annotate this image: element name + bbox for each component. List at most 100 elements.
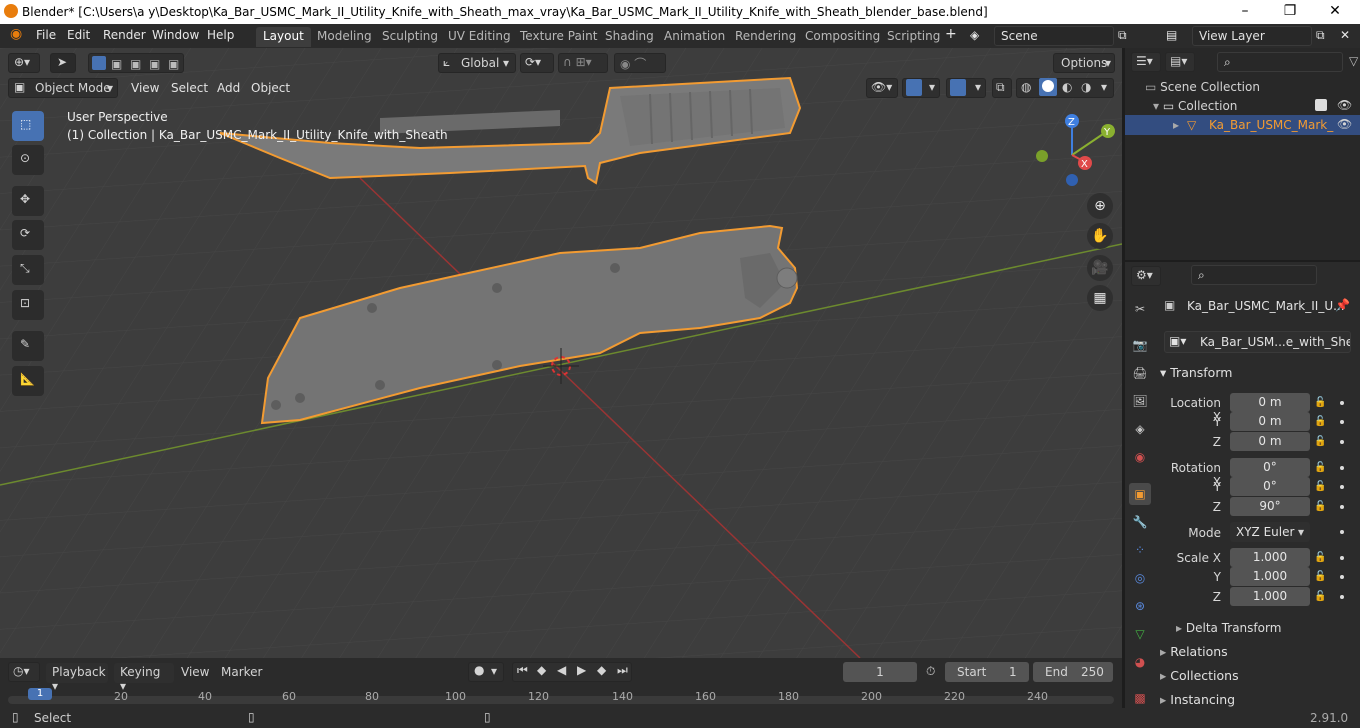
minimize-button[interactable]: – — [1222, 0, 1268, 24]
keying-dropdown[interactable]: Keying ▾ — [114, 663, 174, 693]
pin-icon[interactable]: 📌 — [1335, 298, 1350, 312]
scale-z-field[interactable]: 1.000 — [1230, 587, 1310, 606]
constraints-tab-icon[interactable]: ⊛ — [1129, 595, 1151, 617]
select-subtract-icon[interactable]: ▣ — [130, 57, 141, 71]
move-tool[interactable]: ✥ — [12, 186, 44, 216]
object-mode-dropdown[interactable]: ▣ Object Mode ▾ — [8, 78, 118, 98]
properties-editor-type[interactable]: ⚙▾ — [1131, 266, 1161, 286]
navigation-gizmo[interactable]: Z Y X — [1030, 110, 1120, 200]
keyframe-dot-icon[interactable] — [1340, 485, 1344, 489]
editor-type-button[interactable]: ⊕▾ — [8, 53, 40, 73]
tab-texture-paint[interactable]: Texture Paint — [513, 27, 604, 47]
collections-panel-header[interactable]: ▸ Collections — [1160, 668, 1239, 683]
filter-icon[interactable]: ▽ — [1349, 54, 1358, 68]
keyframe-dot-icon[interactable] — [1340, 466, 1344, 470]
select-invert-icon[interactable]: ▣ — [149, 57, 160, 71]
tab-sculpting[interactable]: Sculpting — [375, 27, 445, 47]
properties-search-input[interactable]: ⌕ — [1191, 265, 1317, 285]
blender-menu-icon[interactable]: ◉ — [10, 26, 22, 42]
timeline-menu-marker[interactable]: Marker — [221, 665, 262, 679]
scene-collection-row[interactable]: ▭ Scene Collection — [1145, 80, 1260, 94]
ortho-grid-icon[interactable]: ▦ — [1087, 285, 1113, 311]
lock-icon[interactable]: 🔓 — [1314, 501, 1326, 513]
options-dropdown[interactable]: Options ▾ — [1053, 53, 1115, 73]
output-tab-icon[interactable]: 🖨 — [1129, 362, 1151, 384]
tab-compositing[interactable]: Compositing — [798, 27, 887, 47]
playback-dropdown[interactable]: Playback ▾ — [46, 663, 108, 693]
jump-end-icon[interactable]: ⏭ — [617, 663, 628, 678]
delta-transform-subpanel[interactable]: ▸ Delta Transform — [1176, 621, 1281, 635]
location-z-field[interactable]: 0 m — [1230, 432, 1310, 451]
relations-panel-header[interactable]: ▸ Relations — [1160, 644, 1228, 659]
viewport-menu-add[interactable]: Add — [217, 81, 240, 95]
close-button[interactable]: ✕ — [1312, 0, 1358, 24]
keyframe-dot-icon[interactable] — [1340, 556, 1344, 560]
pan-hand-icon[interactable]: ✋ — [1087, 223, 1113, 249]
menu-help[interactable]: Help — [207, 28, 234, 42]
object-row[interactable]: ▸ ▽ Ka_Bar_USMC_Mark_ 👁 — [1125, 115, 1360, 135]
lock-icon[interactable]: 🔓 — [1314, 481, 1326, 493]
selection-mode-buttons[interactable]: ▣ ▣ ▣ ▣ — [88, 53, 184, 73]
jump-start-icon[interactable]: ⏮ — [517, 663, 528, 678]
auto-keying-toggle[interactable]: ● ▾ — [468, 662, 504, 682]
proportional-editing-dropdown[interactable]: ◉ ⌒ — [614, 53, 666, 73]
current-frame-field[interactable]: 1 — [843, 662, 917, 682]
modifier-tab-icon[interactable]: 🔧 — [1129, 511, 1151, 533]
viewport-menu-view[interactable]: View — [131, 81, 159, 95]
object-name-field[interactable]: ▣▾ Ka_Bar_USM...e_with_Sheath — [1164, 331, 1351, 353]
view-layer-tab-icon[interactable]: 🖼 — [1129, 390, 1151, 412]
select-extend-icon[interactable]: ▣ — [111, 57, 122, 71]
physics-tab-icon[interactable]: ◎ — [1129, 567, 1151, 589]
transform-tool[interactable]: ⊡ — [12, 290, 44, 320]
lock-icon[interactable]: 🔓 — [1314, 397, 1326, 409]
viewport-menu-select[interactable]: Select — [171, 81, 208, 95]
play-icon[interactable]: ▶ — [577, 663, 586, 677]
cursor-tool[interactable]: ⊙ — [12, 145, 44, 175]
play-reverse-icon[interactable]: ◀ — [557, 663, 566, 677]
pivot-point-dropdown[interactable]: ⟳▾ — [520, 53, 554, 73]
scene-tab-icon[interactable]: ◈ — [1129, 418, 1151, 440]
timeline-menu-view[interactable]: View — [181, 665, 209, 679]
outliner-search-input[interactable]: ⌕ — [1217, 52, 1343, 72]
render-tab-icon[interactable]: 📷 — [1129, 334, 1151, 356]
object-tab-icon[interactable]: ▣ — [1129, 483, 1151, 505]
tab-animation[interactable]: Animation — [657, 27, 732, 47]
wireframe-shading-icon[interactable]: ◍ — [1021, 80, 1031, 94]
transform-panel-header[interactable]: ▾ Transform — [1160, 365, 1232, 380]
keyframe-dot-icon[interactable] — [1340, 595, 1344, 599]
new-scene-icon[interactable]: ⧉ — [1118, 28, 1127, 43]
solid-shading-icon[interactable] — [1039, 78, 1057, 96]
keyframe-dot-icon[interactable] — [1340, 401, 1344, 405]
rotate-tool[interactable]: ⟳ — [12, 220, 44, 250]
scale-x-field[interactable]: 1.000 — [1230, 548, 1310, 567]
select-box-tool[interactable]: ⬚ — [12, 111, 44, 141]
measure-tool[interactable]: 📐 — [12, 366, 44, 396]
gizmo-toggle[interactable]: ▾ — [902, 78, 940, 98]
new-view-layer-icon[interactable]: ⧉ — [1316, 28, 1325, 43]
texture-tab-icon[interactable]: ▩ — [1129, 687, 1151, 709]
menu-file[interactable]: File — [36, 28, 56, 42]
tab-layout[interactable]: Layout — [256, 27, 311, 47]
lock-icon[interactable]: 🔓 — [1314, 552, 1326, 564]
playback-controls[interactable]: ⏮ ◆ ◀ ▶ ◆ ⏭ — [512, 662, 632, 682]
lock-icon[interactable]: 🔓 — [1314, 571, 1326, 583]
outliner-editor-type[interactable]: ☰▾ — [1131, 52, 1161, 72]
tab-scripting[interactable]: Scripting — [880, 27, 947, 47]
instancing-panel-header[interactable]: ▸ Instancing — [1160, 692, 1235, 707]
location-x-field[interactable]: 0 m — [1230, 393, 1310, 412]
overlays-toggle[interactable]: ▾ — [946, 78, 986, 98]
viewport-menu-object[interactable]: Object — [251, 81, 290, 95]
frame-playhead[interactable]: 1 — [28, 688, 52, 700]
zoom-icon[interactable]: ⊕ — [1087, 193, 1113, 219]
select-new-icon[interactable] — [92, 56, 106, 70]
data-tab-icon[interactable]: ▽ — [1129, 623, 1151, 645]
material-tab-icon[interactable]: ◕ — [1129, 651, 1151, 673]
maximize-button[interactable]: ❐ — [1267, 0, 1313, 24]
end-frame-field[interactable]: End 250 — [1033, 662, 1113, 682]
tab-rendering[interactable]: Rendering — [728, 27, 803, 47]
keyframe-dot-icon[interactable] — [1340, 420, 1344, 424]
scale-y-field[interactable]: 1.000 — [1230, 567, 1310, 586]
rendered-shading-icon[interactable]: ◑ — [1081, 80, 1091, 94]
collection-row[interactable]: ▾ ▭ Collection 👁 — [1153, 98, 1358, 113]
menu-window[interactable]: Window — [152, 28, 199, 42]
